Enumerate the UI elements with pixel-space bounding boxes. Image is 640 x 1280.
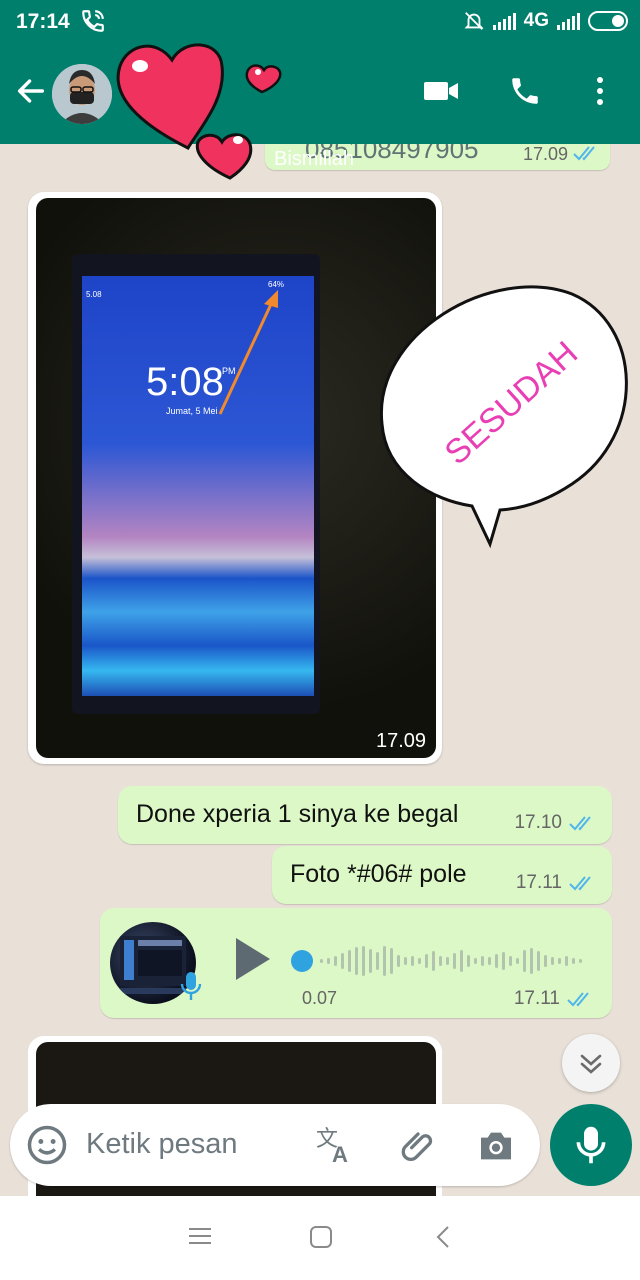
message-time: 17.11 [515, 872, 562, 893]
emoji-icon[interactable] [26, 1124, 68, 1166]
waveform-bar [446, 957, 449, 965]
recents-menu-icon[interactable] [186, 1224, 214, 1248]
message-meta: 17.10 [514, 812, 596, 834]
waveform-bar [334, 956, 337, 966]
status-time: 17:14 [16, 10, 70, 33]
waveform-bar [362, 946, 365, 976]
network-type: 4G [523, 10, 549, 31]
message-meta: 17.11 [514, 988, 594, 1010]
voice-mic-icon [180, 972, 202, 1000]
svg-text:A: A [332, 1142, 348, 1166]
waveform-bar [376, 952, 379, 970]
status-bar: 17:14 4G [0, 0, 640, 44]
waveform-bar [572, 958, 575, 964]
voice-note-message[interactable]: 0.07 17.11 [100, 908, 612, 1018]
back-nav-icon[interactable] [432, 1224, 456, 1250]
photo-phone-status-time: 5.08 [86, 290, 102, 299]
battery-icon [588, 11, 628, 31]
waveform-bar [530, 948, 533, 974]
waveform-bar [355, 947, 358, 975]
chat-header [0, 44, 640, 144]
waveform-bar [474, 958, 477, 964]
waveform-bar [390, 948, 393, 974]
waveform-bar [565, 956, 568, 966]
voice-record-button[interactable] [550, 1104, 632, 1186]
waveform-bar [411, 956, 414, 966]
message-input[interactable]: Ketik pesan [86, 1128, 238, 1161]
waveform-bar [481, 956, 484, 966]
waveform-bar [432, 951, 435, 971]
voice-call-icon[interactable] [508, 74, 542, 108]
home-icon[interactable] [308, 1224, 334, 1250]
contact-avatar[interactable] [52, 64, 112, 124]
outgoing-message[interactable]: Foto *#06# pole 17.11 [272, 846, 612, 904]
back-arrow-icon[interactable] [14, 74, 48, 108]
waveform-bar [551, 957, 554, 965]
waveform-bar [579, 959, 582, 963]
outgoing-message[interactable]: Done xperia 1 sinya ke begal 17.10 [118, 786, 612, 844]
waveform-bar [397, 955, 400, 967]
ongoing-call-icon [80, 8, 106, 39]
waveform-bar [348, 950, 351, 972]
read-ticks-icon [569, 876, 591, 891]
system-nav-bar [0, 1196, 640, 1280]
hearts-sticker [116, 43, 282, 180]
message-time: 17.10 [514, 812, 562, 833]
waveform-bar [418, 958, 421, 964]
translate-icon[interactable]: 文A [314, 1124, 356, 1166]
mute-bell-icon [464, 12, 484, 30]
waveform-bar [320, 959, 323, 963]
waveform-bar [369, 949, 372, 973]
message-text: Foto *#06# pole [290, 860, 467, 888]
read-ticks-icon [573, 146, 595, 161]
message-meta: 17.11 [516, 872, 596, 894]
read-ticks-icon [569, 816, 591, 831]
message-time: 17.11 [513, 988, 560, 1009]
waveform-bar [439, 956, 442, 966]
waveform-bar [516, 958, 519, 964]
play-icon[interactable] [232, 934, 274, 984]
more-options-icon[interactable] [588, 74, 612, 108]
waveform-bar [460, 950, 463, 972]
message-text: Done xperia 1 sinya ke begal [136, 800, 459, 828]
waveform-bar [425, 954, 428, 968]
waveform-bar [509, 956, 512, 966]
microphone-icon [576, 1126, 606, 1164]
read-ticks-icon [567, 992, 589, 1007]
waveform-bar [404, 957, 407, 965]
previous-message-time: 17.09 [522, 144, 568, 164]
sesudah-sticker: SESUDAH [380, 285, 628, 549]
voice-waveform[interactable] [290, 938, 590, 984]
voice-duration: 0.07 [302, 988, 338, 1008]
waveform-bar [453, 953, 456, 969]
camera-icon[interactable] [476, 1126, 516, 1166]
waveform-bar [544, 955, 547, 967]
waveform-bar [558, 958, 561, 964]
video-call-icon[interactable] [422, 74, 460, 108]
double-chevron-down-icon [580, 1054, 602, 1074]
annotation-arrow-icon [218, 290, 278, 415]
waveform-bar [523, 950, 526, 972]
waveform-bar [341, 953, 344, 969]
attach-icon[interactable] [400, 1126, 440, 1166]
scroll-to-bottom-button[interactable] [562, 1034, 620, 1092]
waveform-bar [488, 957, 491, 965]
waveform-bar [495, 954, 498, 968]
waveform-bar [327, 958, 330, 964]
message-input-bar[interactable]: Ketik pesan 文A [10, 1104, 540, 1186]
waveform-bar [383, 946, 386, 976]
waveform-bar [502, 952, 505, 970]
signal-icon [492, 12, 516, 30]
waveform-bar [467, 955, 470, 967]
signal-icon-2 [557, 12, 580, 30]
waveform-bar [537, 951, 540, 971]
chat-area[interactable]: 085108497905 17.09 Bismillah 5.08 64% 5:… [0, 144, 640, 1196]
